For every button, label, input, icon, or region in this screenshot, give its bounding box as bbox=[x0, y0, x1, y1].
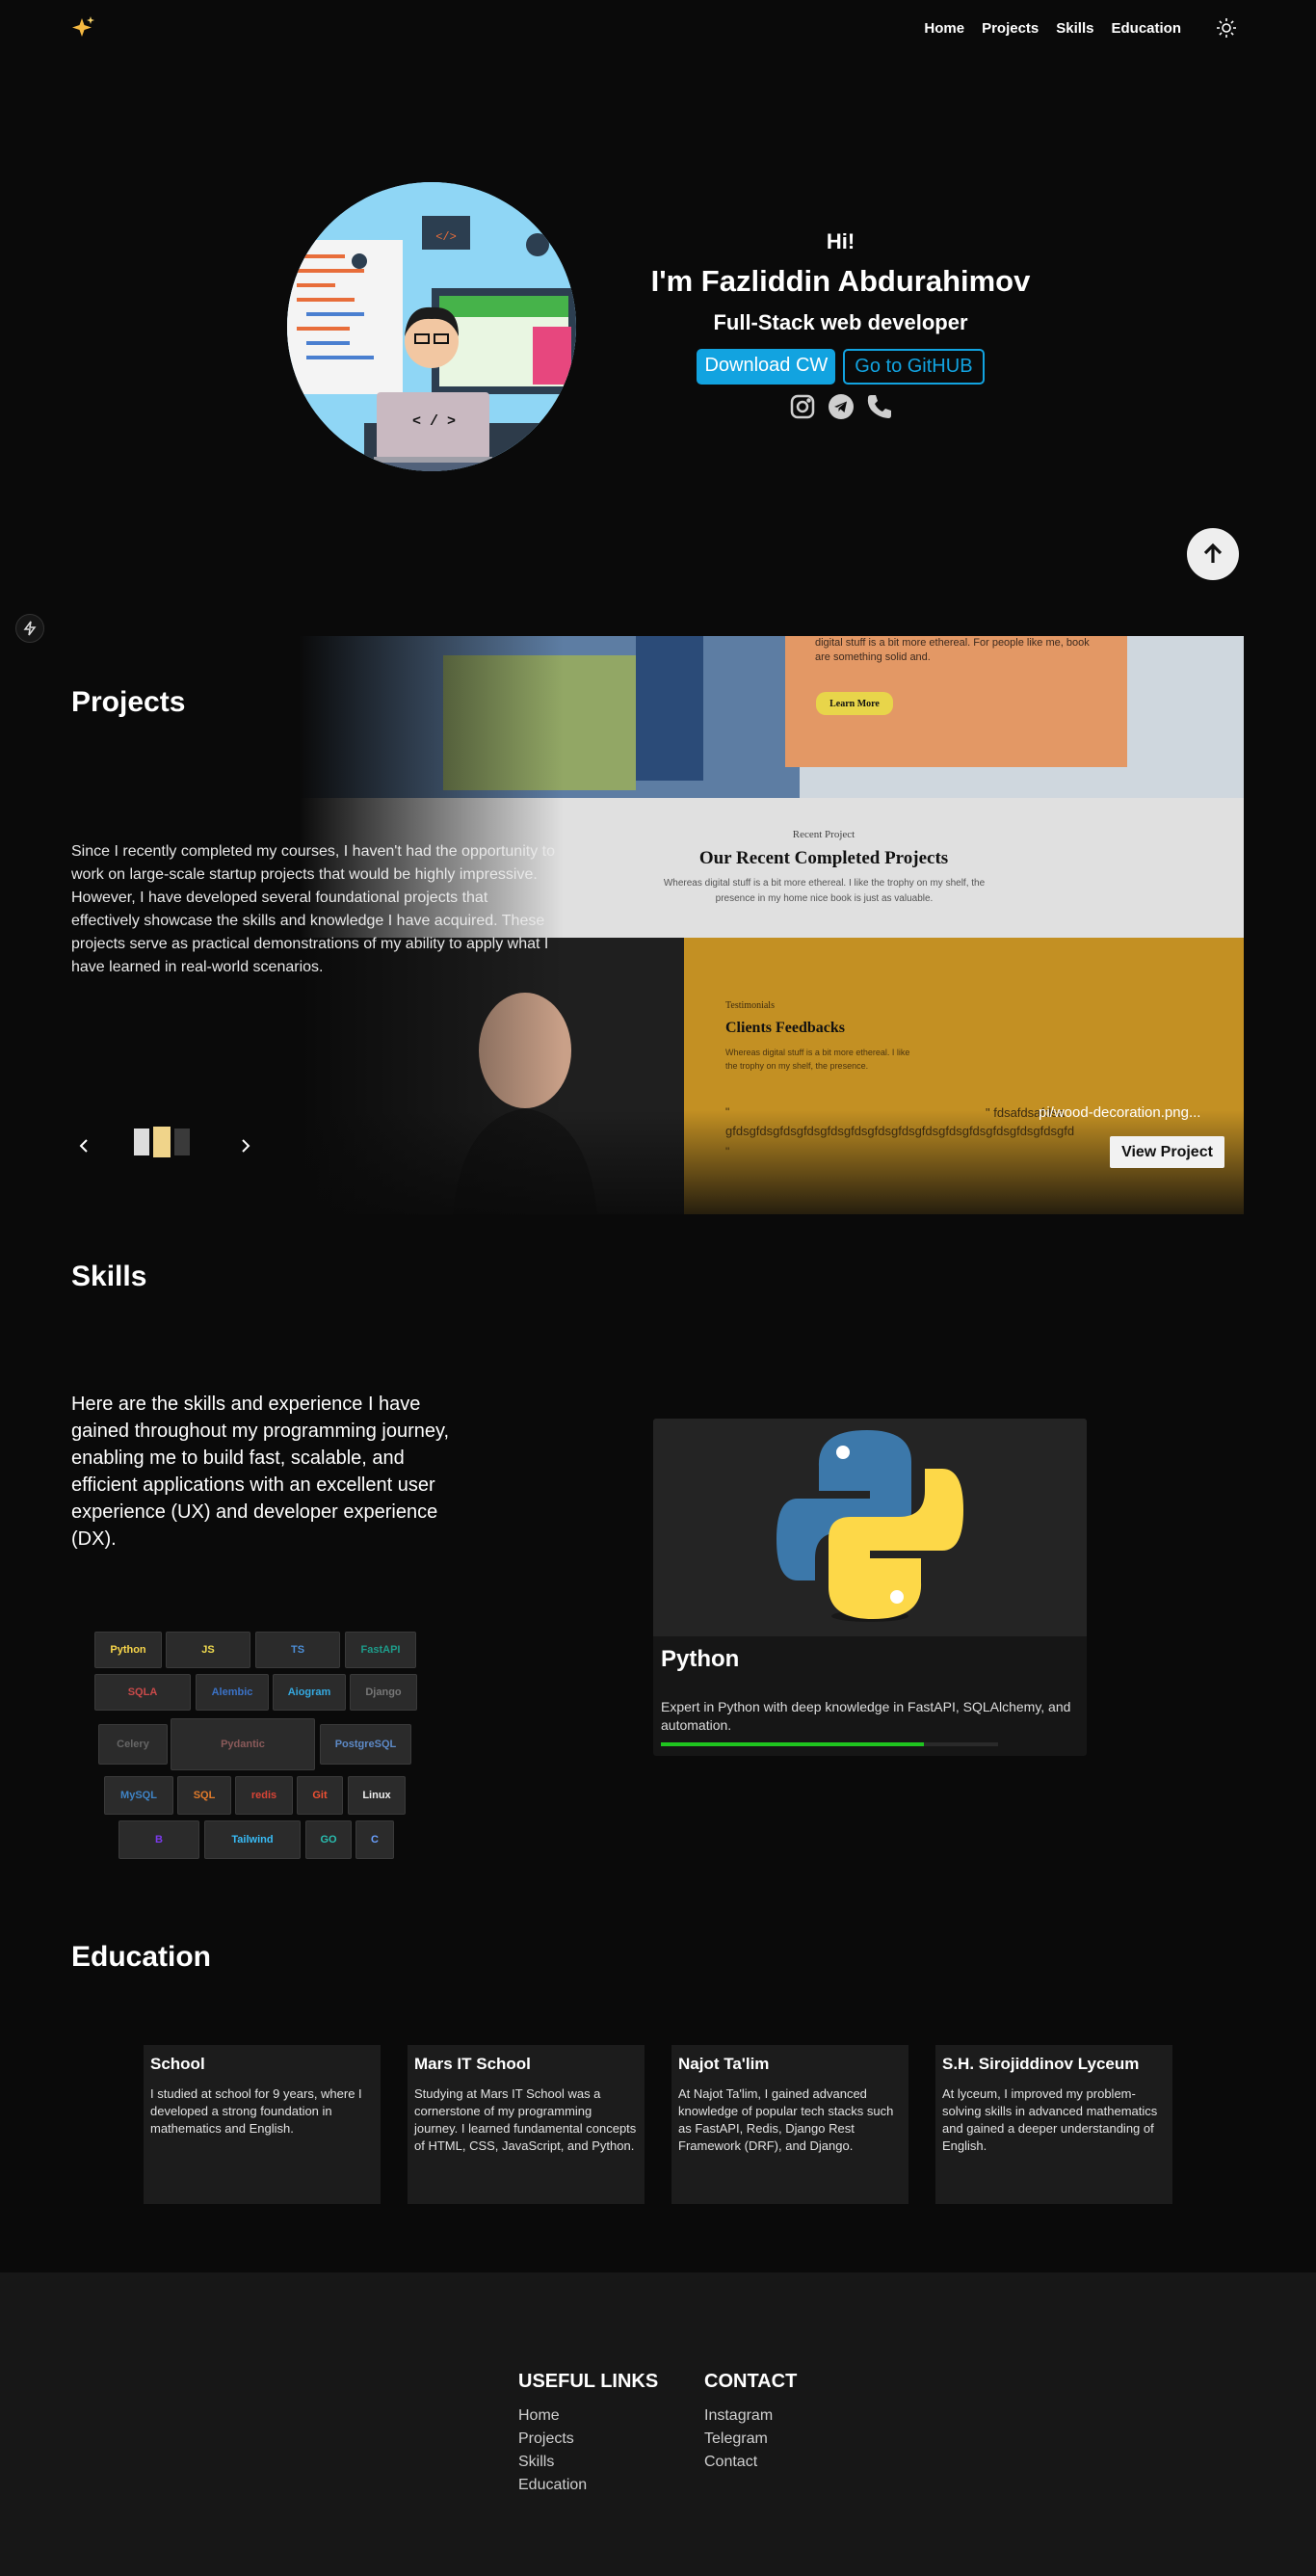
skill-tile-aiogram[interactable]: Aiogram bbox=[273, 1674, 346, 1711]
preview-quote-open: " bbox=[725, 1105, 730, 1119]
education-title: Education bbox=[71, 1941, 212, 1973]
download-cv-button[interactable]: Download CW bbox=[697, 349, 836, 385]
social-links bbox=[617, 392, 1065, 426]
preview-recent-kicker: Recent Project bbox=[792, 829, 855, 840]
nav-home[interactable]: Home bbox=[924, 20, 964, 37]
instagram-icon[interactable] bbox=[788, 392, 817, 426]
skill-tile-ts[interactable]: TS bbox=[255, 1632, 340, 1668]
skill-tile-celery[interactable]: Celery bbox=[98, 1724, 168, 1765]
telegram-icon[interactable] bbox=[827, 392, 855, 426]
chevron-right-icon[interactable] bbox=[235, 1135, 254, 1156]
education-card-title: S.H. Sirojiddinov Lyceum bbox=[942, 2055, 1140, 2073]
scroll-top-button[interactable] bbox=[1187, 528, 1239, 580]
hero-name: I'm Fazliddin Abdurahimov bbox=[650, 264, 1031, 298]
project-thumbnails[interactable] bbox=[128, 1123, 197, 1165]
footer-link-telegram[interactable]: Telegram bbox=[704, 2428, 797, 2451]
skill-tile-b[interactable]: B bbox=[118, 1820, 199, 1859]
footer-link-education[interactable]: Education bbox=[518, 2474, 658, 2497]
preview-recent-text: Whereas digital stuff is a bit more ethe… bbox=[663, 878, 986, 904]
footer-link-home[interactable]: Home bbox=[518, 2404, 658, 2428]
education-card: Mars IT School Studying at Mars IT Schoo… bbox=[408, 2045, 645, 2204]
footer-useful-title: USEFUL LINKS bbox=[518, 2371, 659, 2392]
education-card-text: I studied at school for 9 years, where I… bbox=[150, 2086, 362, 2136]
skills-title: Skills bbox=[71, 1261, 147, 1292]
python-icon bbox=[653, 1419, 1087, 1636]
preview-learn-more: Learn More bbox=[816, 692, 893, 715]
education-card: S.H. Sirojiddinov Lyceum At lyceum, I im… bbox=[935, 2045, 1172, 2204]
education-card-title: Najot Ta'lim bbox=[678, 2055, 770, 2073]
hero-text: Hi! I'm Fazliddin Abdurahimov Full-Stack… bbox=[617, 229, 1065, 426]
projects-title: Projects bbox=[71, 686, 186, 718]
footer-link-contact[interactable]: Contact bbox=[704, 2451, 797, 2474]
skill-tile-git[interactable]: Git bbox=[297, 1776, 343, 1815]
nav-projects[interactable]: Projects bbox=[982, 20, 1039, 37]
skill-text: Expert in Python with deep knowledge in … bbox=[661, 1699, 1071, 1733]
education-card: Najot Ta'lim At Najot Ta'lim, I gained a… bbox=[671, 2045, 908, 2204]
skill-card: Python Expert in Python with deep knowle… bbox=[653, 1419, 1087, 1756]
phone-icon[interactable] bbox=[865, 392, 894, 426]
skill-tile-js[interactable]: JS bbox=[166, 1632, 250, 1668]
skill-tile-go[interactable]: GO bbox=[305, 1820, 352, 1859]
skill-tile-alembic[interactable]: Alembic bbox=[196, 1674, 269, 1711]
hero-greeting: Hi! bbox=[826, 229, 855, 253]
sparkles-icon[interactable] bbox=[71, 15, 96, 47]
footer-link-skills[interactable]: Skills bbox=[518, 2451, 658, 2474]
svg-text:</>: </> bbox=[435, 230, 457, 244]
skill-tile-sqla[interactable]: SQLA bbox=[94, 1674, 191, 1711]
skill-tile-fastapi[interactable]: FastAPI bbox=[345, 1632, 416, 1668]
footer-link-projects[interactable]: Projects bbox=[518, 2428, 658, 2451]
skill-tile-sql[interactable]: SQL bbox=[177, 1776, 231, 1815]
view-project-button[interactable]: View Project bbox=[1110, 1136, 1224, 1168]
nav-education[interactable]: Education bbox=[1111, 20, 1181, 37]
preview-testimonials-title: Clients Feedbacks bbox=[725, 1020, 845, 1036]
skill-tile-django[interactable]: Django bbox=[350, 1674, 417, 1711]
github-button[interactable]: Go to GitHUB bbox=[843, 349, 985, 385]
education-card-title: Mars IT School bbox=[414, 2055, 531, 2073]
nav-skills[interactable]: Skills bbox=[1056, 20, 1093, 37]
skill-name: Python bbox=[661, 1646, 740, 1672]
hero-role: Full-Stack web developer bbox=[713, 310, 968, 334]
skill-tile-redis[interactable]: redis bbox=[235, 1776, 293, 1815]
education-card-text: Studying at Mars IT School was a corners… bbox=[414, 2086, 637, 2153]
project-file-name: pi/wood-decoration.png... bbox=[1039, 1104, 1201, 1121]
footer-contact: CONTACT Instagram Telegram Contact bbox=[704, 2371, 797, 2474]
education-card: School I studied at school for 9 years, … bbox=[144, 2045, 381, 2204]
skill-tile-tailwind[interactable]: Tailwind bbox=[204, 1820, 301, 1859]
skill-tile-linux[interactable]: Linux bbox=[348, 1776, 406, 1815]
skill-tile-c[interactable]: C bbox=[355, 1820, 394, 1859]
footer-useful-links: USEFUL LINKS Home Projects Skills Educat… bbox=[518, 2371, 658, 2497]
lightning-icon[interactable] bbox=[15, 614, 44, 643]
preview-testimonials-kicker: Testimonials bbox=[725, 1000, 775, 1011]
preview-quote-close: " bbox=[725, 1145, 730, 1158]
skill-progress bbox=[661, 1742, 998, 1746]
skill-progress-fill bbox=[661, 1742, 924, 1746]
preview-testimonials-text: Whereas digital stuff is a bit more ethe… bbox=[725, 1048, 910, 1071]
skill-tile-pydantic[interactable]: Pydantic bbox=[171, 1718, 315, 1770]
nav-links: Home Projects Skills Education bbox=[924, 20, 1181, 37]
education-card-text: At Najot Ta'lim, I gained advanced knowl… bbox=[678, 2086, 894, 2153]
hero-buttons: Download CW Go to GitHUB bbox=[617, 349, 1065, 385]
skill-tile-python[interactable]: Python bbox=[94, 1632, 162, 1668]
sun-icon[interactable] bbox=[1216, 17, 1237, 39]
skill-tile-mysql[interactable]: MySQL bbox=[104, 1776, 173, 1815]
education-card-text: At lyceum, I improved my problem-solving… bbox=[942, 2086, 1158, 2153]
chevron-left-icon[interactable] bbox=[75, 1135, 94, 1156]
preview-top-text: digital stuff is a bit more ethereal. Fo… bbox=[815, 637, 1090, 663]
laptop-code-label: < / > bbox=[412, 413, 457, 430]
skill-tile-postgresql[interactable]: PostgreSQL bbox=[320, 1724, 411, 1765]
preview-recent-title: Our Recent Completed Projects bbox=[698, 848, 949, 868]
footer-contact-title: CONTACT bbox=[704, 2371, 798, 2392]
navbar: Home Projects Skills Education bbox=[0, 0, 1316, 58]
footer: USEFUL LINKS Home Projects Skills Educat… bbox=[0, 2272, 1316, 2576]
footer-link-instagram[interactable]: Instagram bbox=[704, 2404, 797, 2428]
education-card-title: School bbox=[150, 2055, 205, 2073]
skills-description: Here are the skills and experience I hav… bbox=[71, 1394, 450, 1550]
avatar: </> < / > bbox=[287, 182, 576, 471]
projects-description: Since I recently completed my courses, I… bbox=[71, 843, 555, 975]
